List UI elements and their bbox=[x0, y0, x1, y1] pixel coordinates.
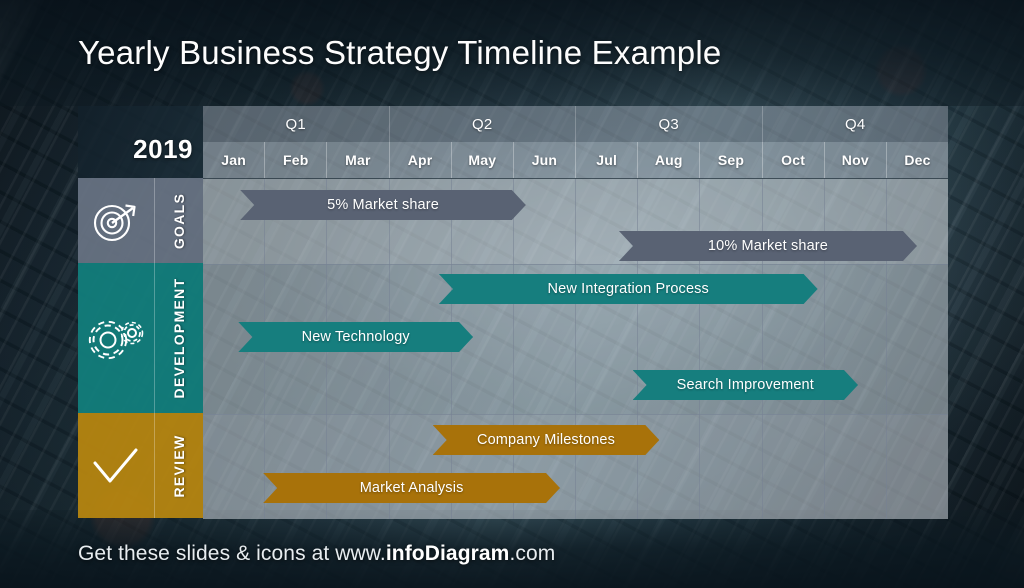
timeline-bar-label: 5% Market share bbox=[327, 197, 439, 213]
month-header-apr: Apr bbox=[390, 142, 452, 178]
target-arrow-icon bbox=[78, 178, 154, 263]
month-header-aug: Aug bbox=[638, 142, 701, 178]
month-header-feb: Feb bbox=[265, 142, 328, 178]
quarter-header-row: Q1 Q2 Q3 Q4 bbox=[203, 106, 948, 142]
footer-text-pre: Get these slides & icons at www. bbox=[78, 542, 386, 565]
month-header-row: Jan Feb Mar Apr May Jun Jul Aug Sep Oct Nov Dec bbox=[203, 142, 948, 178]
month-header-dec: Dec bbox=[904, 152, 931, 168]
timeline-body: 5% Market share 10% Market share New Integ… bbox=[203, 178, 948, 519]
row-header-goals[interactable]: GOALS bbox=[78, 178, 203, 263]
year-label: 2019 bbox=[133, 134, 193, 164]
timeline-table: 2019 GOALS DEVELOPMENT REVIEW Q1 Q2 Q3 Q… bbox=[78, 106, 948, 519]
month-header-mar: Mar bbox=[327, 142, 390, 178]
row-label-goals-wrap: GOALS bbox=[154, 178, 203, 263]
month-header-sep: Sep bbox=[700, 142, 763, 178]
month-header-nov: Nov bbox=[825, 142, 887, 178]
timeline-bar[interactable]: 10% Market share bbox=[619, 231, 917, 261]
footer-brand: infoDiagram bbox=[385, 542, 510, 565]
footer-credit: Get these slides & icons at www.infoDiag… bbox=[78, 542, 555, 566]
row-label-goals: GOALS bbox=[171, 192, 188, 249]
timeline-bar-label: 10% Market share bbox=[707, 238, 828, 254]
slide-canvas: Yearly Business Strategy Timeline Exampl… bbox=[0, 0, 1024, 588]
row-header-review[interactable]: REVIEW bbox=[78, 413, 203, 518]
row-header-development[interactable]: DEVELOPMENT bbox=[78, 263, 203, 413]
timeline-bar[interactable]: Market Analysis bbox=[263, 473, 560, 503]
footer-text-post: .com bbox=[509, 542, 556, 565]
timeline-bar[interactable]: Search Improvement bbox=[633, 370, 858, 400]
quarter-header-q2: Q2 bbox=[390, 106, 576, 142]
timeline-bar-label: Search Improvement bbox=[676, 377, 814, 393]
page-title: Yearly Business Strategy Timeline Exampl… bbox=[78, 34, 722, 71]
checkmark-icon bbox=[78, 413, 154, 518]
quarter-header-q1: Q1 bbox=[203, 106, 390, 142]
quarter-header-q3: Q3 bbox=[576, 106, 763, 142]
timeline-bar-label: Company Milestones bbox=[476, 432, 616, 448]
timeline-bar[interactable]: 5% Market share bbox=[240, 190, 526, 220]
row-label-review: REVIEW bbox=[171, 433, 188, 498]
timeline-bar-label: New Integration Process bbox=[547, 281, 709, 297]
month-header-may: May bbox=[452, 142, 514, 178]
row-label-review-wrap: REVIEW bbox=[154, 413, 203, 518]
timeline-bar-label: New Technology bbox=[301, 329, 410, 345]
timeline-bar[interactable]: New Integration Process bbox=[439, 274, 818, 304]
row-label-development: DEVELOPMENT bbox=[171, 277, 188, 399]
month-header-jun: Jun bbox=[514, 142, 577, 178]
year-cell: 2019 bbox=[78, 106, 203, 178]
grid-row-divider-2 bbox=[203, 414, 948, 415]
gears-icon bbox=[78, 263, 154, 413]
timeline-bar[interactable]: New Technology bbox=[238, 322, 473, 352]
month-header-jan: Jan bbox=[203, 142, 266, 178]
grid-row-divider-1 bbox=[203, 264, 948, 265]
quarter-header-q4: Q4 bbox=[844, 115, 866, 133]
month-header-oct: Oct bbox=[763, 142, 825, 178]
timeline-bar[interactable]: Company Milestones bbox=[433, 425, 660, 455]
month-header-jul: Jul bbox=[576, 142, 639, 178]
timeline-grid: Q1 Q2 Q3 Q4 Jan Feb Mar Apr May Jun Jul Aug Sep Oct N… bbox=[203, 106, 948, 519]
timeline-bar-label: Market Analysis bbox=[359, 480, 464, 496]
row-label-development-wrap: DEVELOPMENT bbox=[154, 263, 203, 413]
